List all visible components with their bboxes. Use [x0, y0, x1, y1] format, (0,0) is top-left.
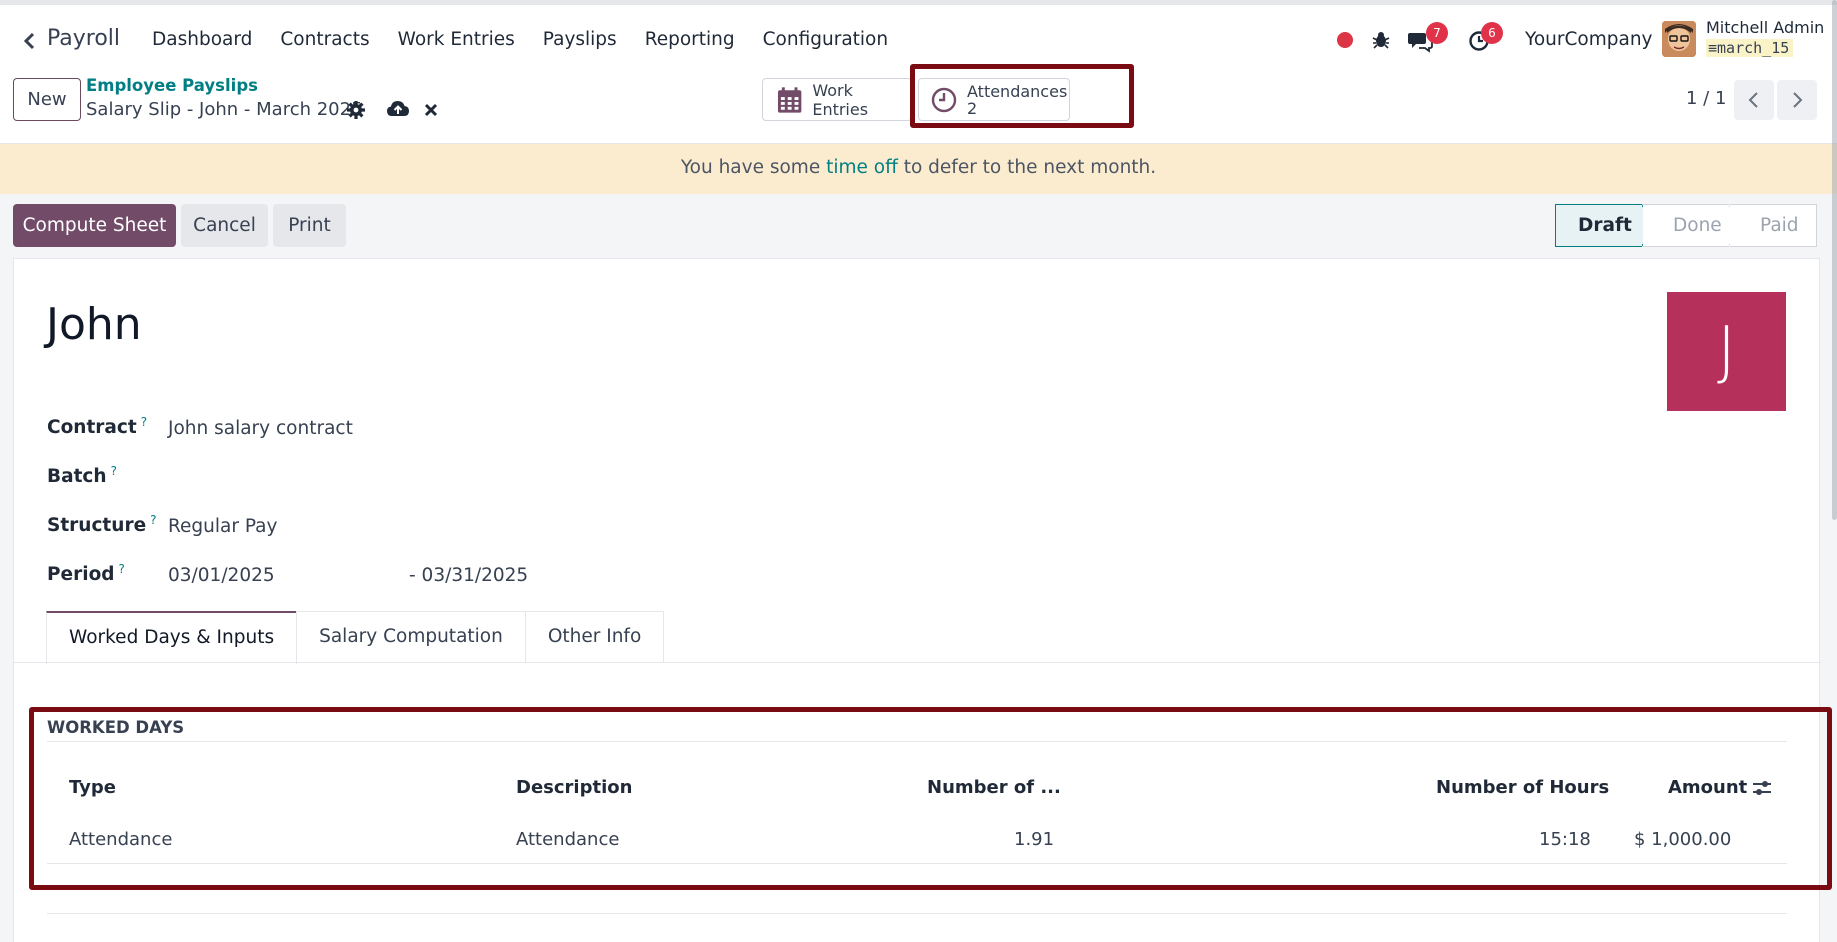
period-from-field[interactable]: 03/01/2025 [168, 565, 275, 586]
attendances-count: 2 [967, 98, 978, 118]
batch-label-text: Batch [47, 466, 107, 488]
cell-number-of-days[interactable]: 1.91 [1014, 829, 1054, 850]
bug-icon[interactable] [1371, 30, 1391, 50]
pager-previous-button[interactable] [1734, 80, 1774, 120]
employee-avatar[interactable]: J [1667, 292, 1786, 411]
attendances-smart-button[interactable]: Attendances 2 [918, 78, 1070, 121]
close-icon[interactable] [423, 102, 439, 118]
main-menu: Dashboard Contracts Work Entries Payslip… [152, 29, 888, 50]
status-stages: Draft Done Paid [1555, 204, 1817, 247]
top-navbar: Payroll Dashboard Contracts Work Entries… [0, 0, 1837, 66]
stage-draft-label: Draft [1578, 215, 1632, 236]
structure-label: Structure? [47, 513, 157, 536]
menu-contracts[interactable]: Contracts [280, 29, 369, 50]
cell-type[interactable]: Attendance [69, 829, 172, 850]
stage-paid[interactable]: Paid [1730, 204, 1817, 247]
section-divider [47, 741, 1787, 742]
company-switcher[interactable]: YourCompany [1525, 29, 1653, 50]
tab-other-info[interactable]: Other Info [524, 611, 665, 663]
new-button[interactable]: New [13, 78, 81, 121]
structure-label-text: Structure [47, 515, 147, 537]
activity-count-badge: 6 [1481, 22, 1503, 44]
work-entries-label: Work Entries [812, 80, 869, 119]
cell-amount[interactable]: $ 1,000.00 [1634, 829, 1731, 850]
column-description[interactable]: Description [516, 777, 632, 798]
menu-work-entries[interactable]: Work Entries [398, 29, 515, 50]
contract-label: Contract? [47, 415, 147, 438]
period-help-icon[interactable]: ? [119, 562, 125, 576]
contract-help-icon[interactable]: ? [141, 415, 147, 429]
settings-gear-icon[interactable] [346, 100, 366, 120]
app-name[interactable]: Payroll [47, 26, 120, 51]
column-amount[interactable]: Amount [1668, 777, 1747, 798]
attendances-label: Attendances [967, 81, 1068, 101]
batch-field[interactable] [168, 464, 468, 488]
stage-paid-label: Paid [1760, 215, 1799, 236]
column-number-of-hours[interactable]: Number of Hours [1436, 777, 1609, 798]
cancel-button[interactable]: Cancel [181, 204, 268, 247]
database-label: march_15 [1717, 39, 1790, 57]
clock-icon [931, 87, 957, 112]
chevron-right-icon [1793, 92, 1803, 108]
menu-dashboard[interactable]: Dashboard [152, 29, 252, 50]
alert-text-suffix: to defer to the next month. [897, 157, 1157, 178]
form-sheet: John J Contract? John salary contract Ba… [13, 258, 1821, 942]
calendar-icon [777, 86, 802, 113]
menu-reporting[interactable]: Reporting [645, 29, 735, 50]
cloud-upload-icon[interactable] [386, 98, 410, 120]
tab-salary-computation[interactable]: Salary Computation [296, 611, 526, 663]
cell-description[interactable]: Attendance [516, 829, 619, 850]
contract-label-text: Contract [47, 417, 137, 439]
scrollbar[interactable] [1832, 0, 1837, 520]
print-button[interactable]: Print [273, 204, 346, 247]
time-off-alert: You have some time off to defer to the n… [0, 144, 1837, 194]
chat-count-badge: 7 [1426, 22, 1448, 44]
period-label-text: Period [47, 564, 115, 586]
period-label: Period? [47, 562, 125, 585]
row-divider [47, 863, 1787, 864]
stage-done-label: Done [1673, 215, 1722, 236]
pager-value[interactable]: 1 / 1 [1686, 88, 1726, 109]
user-avatar[interactable] [1662, 21, 1696, 57]
stage-draft[interactable]: Draft [1555, 204, 1642, 247]
user-name[interactable]: Mitchell Admin [1706, 18, 1824, 37]
notebook-tabs: Worked Days & Inputs Salary Computation … [46, 611, 665, 664]
column-number-of-days[interactable]: Number of ... [927, 777, 1061, 798]
attendances-stat: Attendances 2 [967, 83, 1067, 117]
menu-payslips[interactable]: Payslips [543, 29, 617, 50]
record-icon[interactable] [1337, 32, 1353, 48]
column-type[interactable]: Type [69, 777, 116, 798]
breadcrumb-current: Salary Slip - John - March 2025 [86, 99, 363, 120]
worked-days-title: WORKED DAYS [47, 718, 185, 737]
chevron-left-icon[interactable] [20, 27, 40, 55]
control-panel: New Employee Payslips Salary Slip - John… [0, 66, 1837, 144]
cell-number-of-hours[interactable]: 15:18 [1539, 829, 1591, 850]
employee-name[interactable]: John [46, 299, 142, 350]
period-to-field[interactable]: - 03/31/2025 [409, 565, 528, 586]
tab-worked-days-inputs[interactable]: Worked Days & Inputs [46, 611, 298, 664]
optional-columns-icon[interactable] [1752, 779, 1772, 797]
work-entries-smart-button[interactable]: Work Entries [762, 78, 912, 121]
stage-done[interactable]: Done [1643, 204, 1729, 247]
menu-configuration[interactable]: Configuration [763, 29, 888, 50]
alert-text-prefix: You have some [680, 157, 827, 178]
compute-sheet-button[interactable]: Compute Sheet [13, 204, 176, 247]
batch-help-icon[interactable]: ? [111, 464, 117, 478]
structure-help-icon[interactable]: ? [150, 513, 156, 527]
time-off-link[interactable]: time off [826, 157, 898, 178]
batch-label: Batch? [47, 464, 117, 487]
pager-next-button[interactable] [1777, 80, 1817, 120]
tabs-divider [14, 662, 1821, 663]
database-name: ≡march_15 [1706, 39, 1794, 57]
table-bottom-divider [47, 913, 1787, 914]
breadcrumb-parent[interactable]: Employee Payslips [86, 76, 258, 95]
contract-field[interactable]: John salary contract [168, 418, 353, 439]
chevron-left-icon [1748, 92, 1758, 108]
structure-field[interactable]: Regular Pay [168, 516, 277, 537]
